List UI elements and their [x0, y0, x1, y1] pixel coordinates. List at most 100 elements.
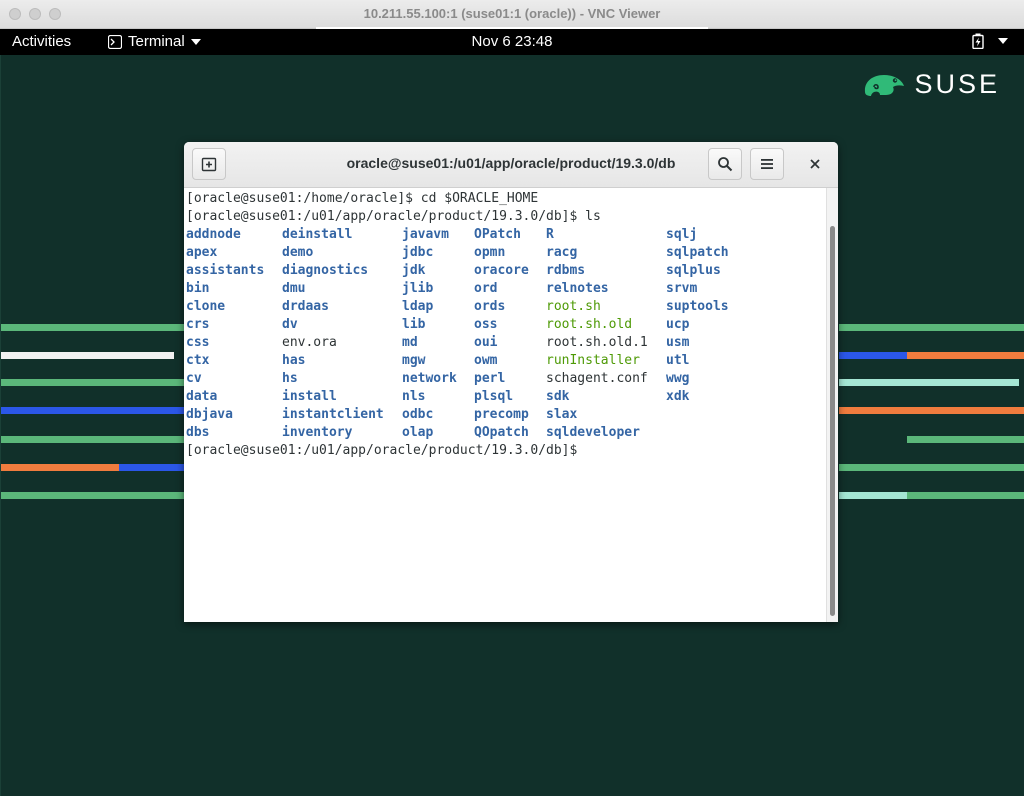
battery-icon: [972, 33, 984, 49]
ls-entry: oui: [474, 335, 498, 350]
ls-entry: diagnostics: [282, 263, 369, 278]
ls-entry: inventory: [282, 425, 353, 440]
ls-entry: ldap: [402, 299, 434, 314]
ls-entry: network: [402, 371, 457, 386]
ls-entry: racg: [546, 245, 578, 260]
scrollbar-thumb[interactable]: [830, 226, 835, 616]
ls-entry: addnode: [186, 227, 241, 242]
ls-entry: root.sh.old.1: [546, 335, 648, 350]
wallpaper-stripe: [839, 464, 1024, 471]
ls-entry: javavm: [402, 227, 449, 242]
ls-entry: jdbc: [402, 245, 434, 260]
ls-entry: utl: [666, 353, 690, 368]
ls-entry: sqldeveloper: [546, 425, 640, 440]
ls-entry: odbc: [402, 407, 434, 422]
search-icon: [718, 157, 733, 172]
wallpaper-stripe: [1, 492, 185, 499]
ls-entry: env.ora: [282, 335, 337, 350]
chevron-down-icon: [998, 38, 1008, 44]
ls-entry: QOpatch: [474, 425, 529, 440]
clock[interactable]: Nov 6 23:48: [0, 33, 1024, 50]
ls-entry: has: [282, 353, 306, 368]
ls-entry: install: [282, 389, 337, 404]
terminal-window[interactable]: oracle@suse01:/u01/app/oracle/product/19…: [184, 142, 838, 622]
ls-entry: opmn: [474, 245, 506, 260]
ls-entry: drdaas: [282, 299, 329, 314]
wallpaper-stripe: [1, 464, 119, 471]
ls-entry: srvm: [666, 281, 698, 296]
vnc-window-title: 10.211.55.100:1 (suse01:1 (oracle)) - VN…: [363, 6, 661, 21]
ls-entry: md: [402, 335, 418, 350]
ls-entry: olap: [402, 425, 434, 440]
ls-entry: sdk: [546, 389, 570, 404]
wallpaper-stripe: [1, 436, 185, 443]
ls-entry: dv: [282, 317, 298, 332]
ls-entry: oss: [474, 317, 498, 332]
ls-entry: ctx: [186, 353, 210, 368]
ls-entry: ords: [474, 299, 506, 314]
close-button[interactable]: [798, 148, 832, 180]
terminal-headerbar[interactable]: oracle@suse01:/u01/app/oracle/product/19…: [184, 142, 838, 188]
menu-button[interactable]: [750, 148, 784, 180]
ls-entry: bin: [186, 281, 210, 296]
ls-entry: OPatch: [474, 227, 521, 242]
search-button[interactable]: [708, 148, 742, 180]
ls-entry: perl: [474, 371, 506, 386]
ls-entry: runInstaller: [546, 353, 640, 368]
ls-entry: root.sh.old: [546, 317, 633, 332]
ls-entry: dbjava: [186, 407, 233, 422]
hamburger-menu-icon: [761, 159, 773, 169]
suse-logo: SUSE: [862, 69, 1000, 100]
ls-entry: css: [186, 335, 210, 350]
wallpaper-stripe: [907, 352, 1024, 359]
system-status-area[interactable]: [972, 33, 1008, 49]
wallpaper-stripe: [1, 407, 185, 414]
ls-entry: lib: [402, 317, 426, 332]
ls-entry: dmu: [282, 281, 306, 296]
ls-entry: R: [546, 227, 554, 242]
ls-entry: ord: [474, 281, 498, 296]
wallpaper-stripe: [839, 352, 907, 359]
ls-entry: apex: [186, 245, 218, 260]
ls-entry: jlib: [402, 281, 434, 296]
ls-entry: mgw: [402, 353, 426, 368]
wallpaper-stripe: [839, 492, 907, 499]
ls-entry: hs: [282, 371, 298, 386]
terminal-line: [oracle@suse01:/u01/app/oracle/product/1…: [186, 209, 601, 224]
wallpaper-stripe: [839, 324, 1024, 331]
ls-entry: precomp: [474, 407, 529, 422]
ls-entry: data: [186, 389, 218, 404]
ls-entry: crs: [186, 317, 210, 332]
ls-entry: plsql: [474, 389, 514, 404]
terminal-output[interactable]: [oracle@suse01:/home/oracle]$ cd $ORACLE…: [184, 188, 826, 622]
ls-entry: jdk: [402, 263, 426, 278]
chameleon-icon: [865, 74, 905, 96]
wallpaper-stripe: [907, 436, 1024, 443]
ls-entry: owm: [474, 353, 498, 368]
ls-entry: cv: [186, 371, 202, 386]
wallpaper-stripe: [119, 464, 185, 471]
wallpaper-stripe: [839, 379, 1019, 386]
ls-entry: dbs: [186, 425, 210, 440]
ls-entry: instantclient: [282, 407, 384, 422]
suse-logo-text: SUSE: [914, 69, 1000, 99]
ls-entry: nls: [402, 389, 426, 404]
ls-entry: sqlplus: [666, 263, 721, 278]
gnome-top-bar: Activities Terminal Nov 6 23:48: [0, 29, 1024, 55]
vnc-titlebar: 10.211.55.100:1 (suse01:1 (oracle)) - VN…: [0, 0, 1024, 29]
ls-entry: sqlj: [666, 227, 698, 242]
terminal-line: [oracle@suse01:/home/oracle]$ cd $ORACLE…: [186, 191, 539, 206]
wallpaper-stripe: [1, 379, 185, 386]
ls-entry: relnotes: [546, 281, 609, 296]
wallpaper-stripe: [839, 407, 1024, 414]
ls-entry: deinstall: [282, 227, 353, 242]
ls-entry: clone: [186, 299, 226, 314]
wallpaper-stripe: [1, 352, 174, 359]
ls-entry: assistants: [186, 263, 265, 278]
terminal-scrollbar[interactable]: [826, 188, 838, 622]
ls-entry: usm: [666, 335, 690, 350]
ls-entry: ucp: [666, 317, 690, 332]
ls-entry: root.sh: [546, 299, 601, 314]
ls-entry: sqlpatch: [666, 245, 729, 260]
ls-entry: xdk: [666, 389, 690, 404]
